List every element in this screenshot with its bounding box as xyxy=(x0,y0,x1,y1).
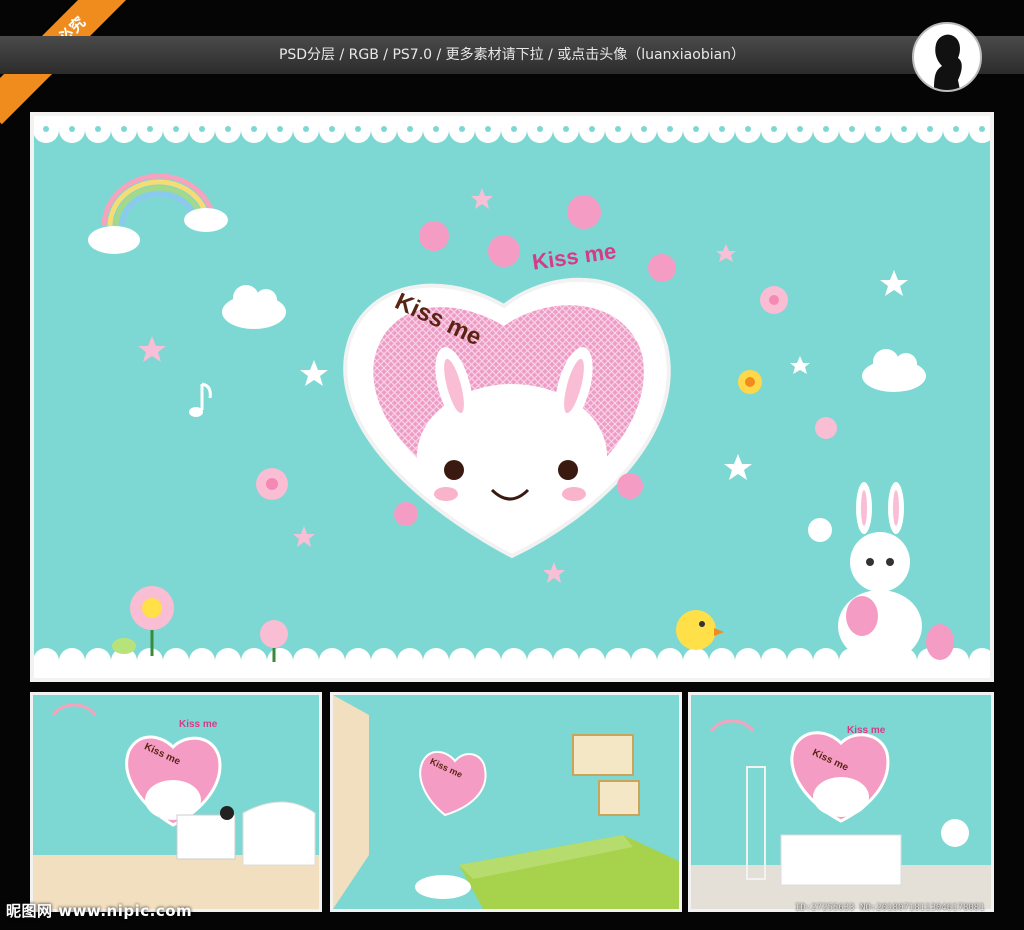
heart-card xyxy=(343,195,676,559)
rainbow-cloud-icon xyxy=(88,173,228,254)
preview-thumbnail-1[interactable]: Kiss me Kiss me xyxy=(30,692,322,912)
preview-thumbnail-3[interactable]: Kiss me Kiss me xyxy=(688,692,994,912)
info-bar: PSD分层 / RGB / PS7.0 / 更多素材请下拉 / 或点击头像（lu… xyxy=(0,36,1024,74)
bottom-lace-border xyxy=(34,648,990,678)
site-watermark: 昵图网 www.nipic.com xyxy=(6,902,193,920)
top-lace-border xyxy=(34,116,990,143)
thumb1-kiss-me-top-text: Kiss me xyxy=(179,719,218,730)
info-text: PSD分层 / RGB / PS7.0 / 更多素材请下拉 / 或点击头像（lu… xyxy=(278,47,746,63)
chick-icon xyxy=(676,610,724,650)
bunny-icon xyxy=(808,482,954,662)
preview-thumbnail-2[interactable]: Kiss me xyxy=(330,692,682,912)
thumb3-kiss-me-top-text: Kiss me xyxy=(847,725,886,736)
image-id-watermark: ID:27255633 NO:20180718113046178081 xyxy=(795,903,985,913)
main-artwork: Kiss me Kiss me xyxy=(34,116,990,678)
author-avatar[interactable] xyxy=(912,22,982,92)
profile-silhouette-icon xyxy=(934,34,962,90)
music-note-icon xyxy=(189,382,212,417)
